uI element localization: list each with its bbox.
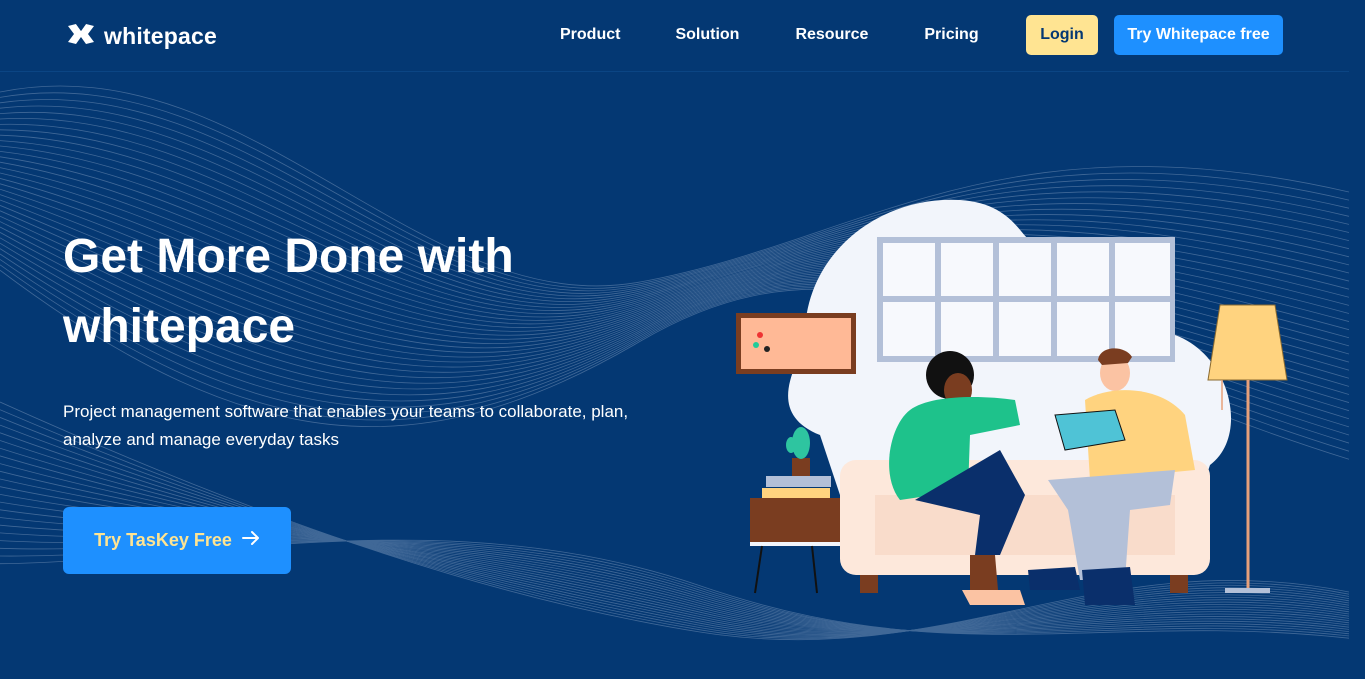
nav-item-product[interactable]: Product xyxy=(560,26,620,44)
page: whitepace Product Solution Resource Pric… xyxy=(0,0,1349,679)
nav-item-resource[interactable]: Resource xyxy=(795,26,868,44)
hero-subtitle: Project management software that enables… xyxy=(63,402,629,449)
nav-item-solution[interactable]: Solution xyxy=(675,26,739,44)
main-nav: Product Solution Resource Pricing xyxy=(560,26,979,44)
brand-logo[interactable]: whitepace xyxy=(66,22,217,51)
try-taskey-free-button[interactable]: Try TasKey Free xyxy=(63,507,291,574)
hero-illustration xyxy=(736,199,1288,605)
top-navbar: whitepace Product Solution Resource Pric… xyxy=(0,0,1349,72)
pin-board-graphic xyxy=(736,313,856,374)
login-button[interactable]: Login xyxy=(1026,15,1098,55)
hero-title: Get More Done with whitepace xyxy=(63,230,514,353)
nav-item-pricing[interactable]: Pricing xyxy=(924,26,978,44)
window-graphic xyxy=(877,237,1175,362)
cta-label: Try TasKey Free xyxy=(94,530,232,550)
arrow-right-icon xyxy=(241,530,260,551)
brand-name: whitepace xyxy=(104,23,218,49)
whitepace-logo-icon xyxy=(66,22,96,51)
try-whitepace-free-button[interactable]: Try Whitepace free xyxy=(1114,15,1283,55)
